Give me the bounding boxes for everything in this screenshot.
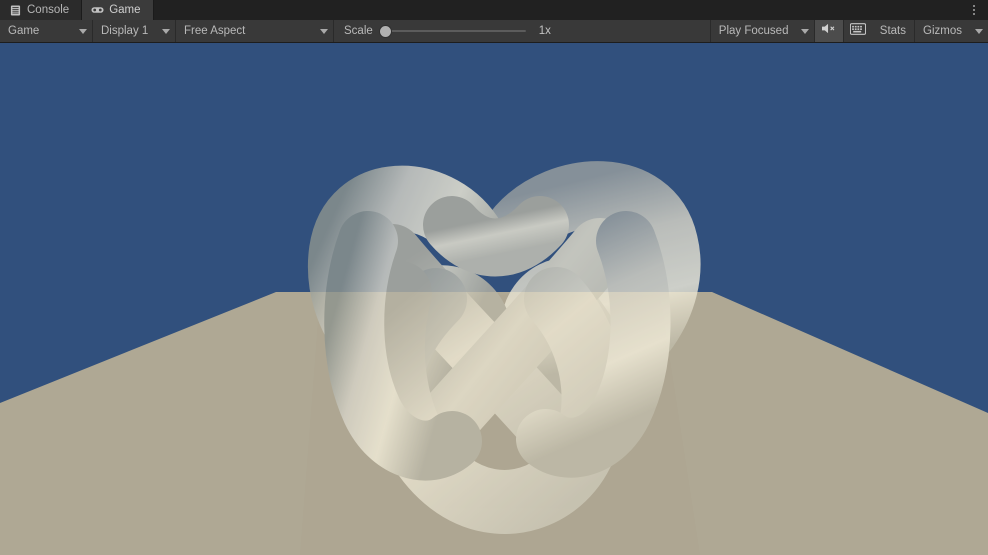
panel-options-kebab-icon[interactable] bbox=[966, 0, 982, 20]
toolbar-spacer bbox=[556, 20, 710, 42]
mute-audio-button[interactable] bbox=[814, 20, 843, 42]
chevron-down-icon bbox=[800, 28, 809, 34]
tab-game[interactable]: Game bbox=[82, 0, 154, 20]
gamepad-icon bbox=[91, 4, 104, 17]
gizmos-dropdown-button[interactable] bbox=[970, 20, 988, 42]
console-icon bbox=[9, 4, 22, 17]
scale-slider-handle[interactable] bbox=[379, 25, 391, 37]
play-mode-dropdown[interactable]: Play Focused bbox=[710, 20, 814, 42]
knot-strand-top-center bbox=[423, 196, 569, 277]
scale-value: 1x bbox=[538, 25, 551, 37]
display-label: Display 1 bbox=[101, 25, 149, 37]
aspect-ratio-label: Free Aspect bbox=[184, 25, 246, 37]
display-dropdown[interactable]: Display 1 bbox=[93, 20, 175, 42]
gizmos-button[interactable]: Gizmos bbox=[915, 20, 970, 42]
chevron-down-icon bbox=[975, 28, 983, 34]
stats-grid-icon bbox=[849, 22, 866, 40]
stats-grid-button[interactable] bbox=[843, 20, 872, 42]
view-mode-dropdown[interactable]: Game bbox=[0, 20, 92, 42]
scale-control: Scale 1x bbox=[334, 20, 557, 42]
tab-console[interactable]: Console bbox=[0, 0, 83, 20]
scale-label: Scale bbox=[344, 25, 373, 37]
stats-button[interactable]: Stats bbox=[871, 20, 915, 42]
aspect-ratio-dropdown[interactable]: Free Aspect bbox=[176, 20, 333, 42]
play-mode-label: Play Focused bbox=[718, 25, 789, 37]
scale-slider-track bbox=[385, 30, 526, 32]
scale-slider[interactable] bbox=[379, 24, 526, 38]
unity-game-window: Console Game Game Display 1 Free Aspect … bbox=[0, 0, 988, 555]
mute-audio-icon bbox=[821, 22, 836, 40]
tab-game-label: Game bbox=[109, 4, 141, 16]
rendered-scene bbox=[0, 43, 988, 555]
tab-console-label: Console bbox=[27, 4, 70, 16]
game-view-render[interactable] bbox=[0, 43, 988, 555]
chevron-down-icon bbox=[79, 28, 87, 34]
stats-label: Stats bbox=[879, 25, 907, 37]
tab-bar-empty-area bbox=[153, 0, 988, 20]
chevron-down-icon bbox=[162, 28, 170, 34]
panel-tab-bar: Console Game bbox=[0, 0, 988, 20]
view-mode-label: Game bbox=[8, 25, 40, 37]
chevron-down-icon bbox=[320, 28, 328, 34]
gizmos-label: Gizmos bbox=[923, 25, 962, 37]
game-view-toolbar: Game Display 1 Free Aspect Scale 1x Play… bbox=[0, 20, 988, 43]
